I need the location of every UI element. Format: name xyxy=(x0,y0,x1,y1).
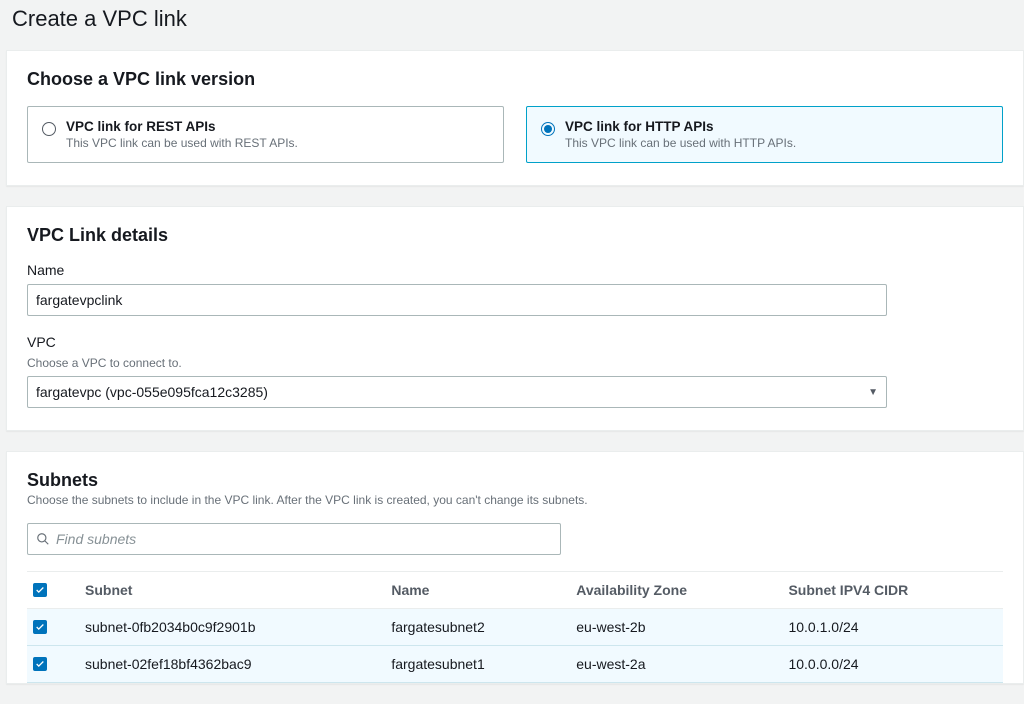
caret-down-icon: ▼ xyxy=(868,387,878,398)
version-option-desc: This VPC link can be used with HTTP APIs… xyxy=(565,136,796,150)
vpc-select-value: fargatevpc (vpc-055e095fca12c3285) xyxy=(36,384,268,400)
vpc-select[interactable]: fargatevpc (vpc-055e095fca12c3285) ▼ xyxy=(27,376,887,408)
table-row[interactable]: subnet-02fef18bf4362bac9 fargatesubnet1 … xyxy=(27,646,1003,683)
details-panel: VPC Link details Name VPC Choose a VPC t… xyxy=(6,206,1024,431)
version-heading: Choose a VPC link version xyxy=(27,69,1003,90)
radio-icon xyxy=(42,122,56,136)
cell-cidr: 10.0.0.0/24 xyxy=(776,646,1003,683)
cell-subnet-id: subnet-02fef18bf4362bac9 xyxy=(73,646,379,683)
vpc-hint: Choose a VPC to connect to. xyxy=(27,356,1003,370)
page-title: Create a VPC link xyxy=(0,0,1024,50)
version-option-rest[interactable]: VPC link for REST APIs This VPC link can… xyxy=(27,106,504,163)
cell-cidr: 10.0.1.0/24 xyxy=(776,609,1003,646)
subnets-panel: Subnets Choose the subnets to include in… xyxy=(6,451,1024,684)
version-panel: Choose a VPC link version VPC link for R… xyxy=(6,50,1024,186)
col-subnet[interactable]: Subnet xyxy=(73,572,379,609)
subnet-search-input[interactable] xyxy=(56,531,552,547)
col-name[interactable]: Name xyxy=(379,572,564,609)
cell-az: eu-west-2b xyxy=(564,609,776,646)
version-option-desc: This VPC link can be used with REST APIs… xyxy=(66,136,298,150)
col-cidr[interactable]: Subnet IPV4 CIDR xyxy=(776,572,1003,609)
cell-subnet-name: fargatesubnet1 xyxy=(379,646,564,683)
name-input[interactable] xyxy=(27,284,887,316)
name-label: Name xyxy=(27,262,1003,278)
col-az[interactable]: Availability Zone xyxy=(564,572,776,609)
cell-az: eu-west-2a xyxy=(564,646,776,683)
version-option-http[interactable]: VPC link for HTTP APIs This VPC link can… xyxy=(526,106,1003,163)
search-icon xyxy=(36,532,50,546)
row-checkbox[interactable] xyxy=(33,620,47,634)
select-all-checkbox[interactable] xyxy=(33,583,47,597)
radio-icon xyxy=(541,122,555,136)
details-heading: VPC Link details xyxy=(27,225,1003,246)
subnets-hint: Choose the subnets to include in the VPC… xyxy=(27,493,1003,507)
subnet-search[interactable] xyxy=(27,523,561,555)
cell-subnet-id: subnet-0fb2034b0c9f2901b xyxy=(73,609,379,646)
version-option-title: VPC link for HTTP APIs xyxy=(565,119,796,134)
row-checkbox[interactable] xyxy=(33,657,47,671)
subnets-heading: Subnets xyxy=(27,470,1003,491)
vpc-label: VPC xyxy=(27,334,1003,350)
table-row[interactable]: subnet-0fb2034b0c9f2901b fargatesubnet2 … xyxy=(27,609,1003,646)
cell-subnet-name: fargatesubnet2 xyxy=(379,609,564,646)
subnets-table: Subnet Name Availability Zone Subnet IPV… xyxy=(27,571,1003,683)
version-option-title: VPC link for REST APIs xyxy=(66,119,298,134)
